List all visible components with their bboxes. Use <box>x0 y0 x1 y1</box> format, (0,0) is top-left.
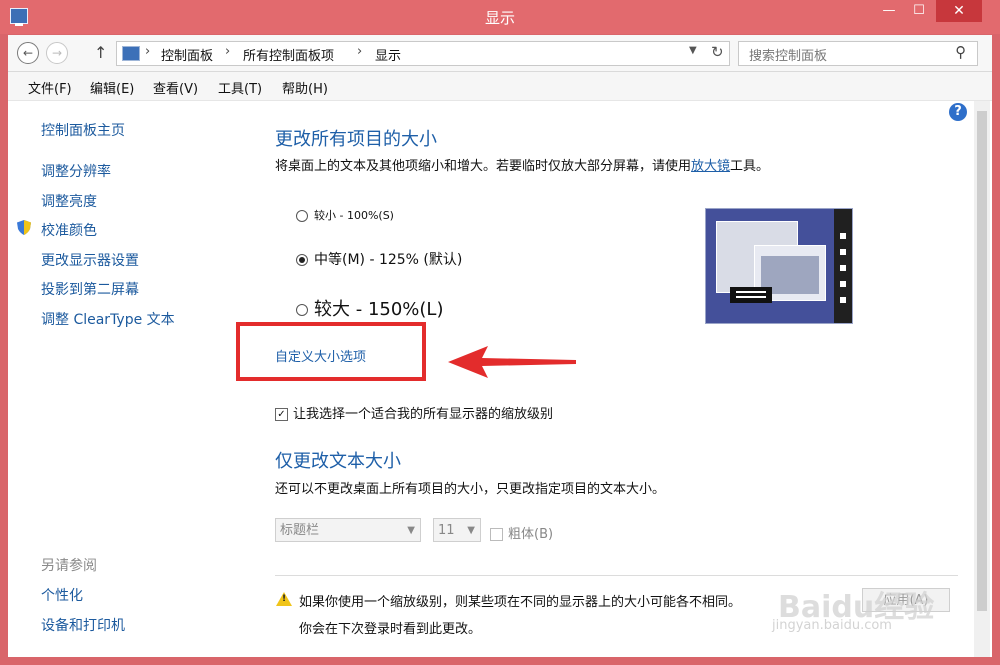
chevron-down-icon[interactable]: ▼ <box>689 45 697 56</box>
menu-file[interactable]: 文件(F) <box>28 78 72 97</box>
bold-checkbox[interactable]: 粗体(B) <box>490 523 553 542</box>
breadcrumb-control-panel[interactable]: 控制面板 <box>161 45 213 64</box>
search-placeholder: 搜索控制面板 <box>749 49 828 64</box>
checkbox-unchecked-icon[interactable] <box>490 528 503 541</box>
window: 显示 — ☐ ✕ ← → ↑ › 控制面板 › 所有控制面板项 › 显示 ▼ ↻… <box>0 0 1000 665</box>
radio-label: 较小 - 100%(S) <box>314 209 394 222</box>
warning-text: 如果你使用一个缩放级别，则某些项在不同的显示器上的大小可能各不相同。 <box>299 595 742 610</box>
select-value: 11 <box>438 523 455 538</box>
magnifier-link[interactable]: 放大镜 <box>691 159 730 174</box>
bold-label: 粗体(B) <box>508 527 554 542</box>
section-title-text-size: 仅更改文本大小 <box>275 451 401 472</box>
menu-help[interactable]: 帮助(H) <box>282 78 328 97</box>
sidebar-item-calibrate-color[interactable]: 校准颜色 <box>41 220 97 240</box>
scrollbar-thumb[interactable] <box>977 111 987 611</box>
chevron-down-icon: ▼ <box>467 525 475 536</box>
minimize-button[interactable]: — <box>876 0 902 22</box>
sidebar-item-cleartype[interactable]: 调整 ClearType 文本 <box>41 309 175 329</box>
scale-preview-image <box>705 208 853 324</box>
radio-label: 中等(M) - 125% (默认) <box>314 252 463 268</box>
radio-button[interactable] <box>296 304 308 316</box>
warning-icon <box>276 592 292 606</box>
checkbox-label: 让我选择一个适合我的所有显示器的缩放级别 <box>293 407 554 422</box>
control-panel-icon <box>122 46 140 61</box>
close-button[interactable]: ✕ <box>936 0 982 22</box>
breadcrumb-all-items[interactable]: 所有控制面板项 <box>243 45 334 64</box>
page-title: 更改所有项目的大小 <box>275 129 437 150</box>
menu-view[interactable]: 查看(V) <box>153 78 198 97</box>
radio-button[interactable] <box>296 254 308 266</box>
annotation-highlight-box <box>236 322 426 381</box>
search-input[interactable]: 搜索控制面板 ⚲ <box>738 41 978 66</box>
preview-taskbar <box>834 209 852 323</box>
refresh-icon[interactable]: ↻ <box>711 43 724 61</box>
scaling-checkbox[interactable]: ✓ 让我选择一个适合我的所有显示器的缩放级别 <box>275 403 553 422</box>
preview-bar <box>730 287 772 303</box>
menu-bar: 文件(F) 编辑(E) 查看(V) 工具(T) 帮助(H) <box>8 72 992 101</box>
divider <box>275 575 958 576</box>
scrollbar[interactable] <box>974 101 990 657</box>
radio-option-small[interactable]: 较小 - 100%(S) <box>296 207 394 223</box>
breadcrumb-separator-icon[interactable]: › <box>357 44 362 59</box>
checkbox-checked-icon[interactable]: ✓ <box>275 408 288 421</box>
sidebar-item-personalization[interactable]: 个性化 <box>41 585 83 605</box>
back-arrow-icon[interactable]: ← <box>17 42 39 64</box>
scale-description: 将桌面上的文本及其他项缩小和增大。若要临时仅放大部分屏幕，请使用放大镜工具。 <box>275 155 769 174</box>
shield-icon <box>17 220 31 235</box>
text-item-select[interactable]: 标题栏 ▼ <box>275 518 421 542</box>
maximize-button[interactable]: ☐ <box>902 0 936 22</box>
address-box[interactable]: › 控制面板 › 所有控制面板项 › 显示 ▼ ↻ <box>116 41 730 66</box>
breadcrumb-separator-icon[interactable]: › <box>145 44 150 59</box>
relogin-notice: 你会在下次登录时看到此更改。 <box>299 622 482 637</box>
chevron-down-icon: ▼ <box>407 525 415 536</box>
title-bar[interactable]: 显示 — ☐ ✕ <box>0 0 1000 34</box>
radio-option-medium[interactable]: 中等(M) - 125% (默认) <box>296 249 462 269</box>
radio-label: 较大 - 150%(L) <box>314 299 444 320</box>
breadcrumb-separator-icon[interactable]: › <box>225 44 230 59</box>
sidebar-item-project[interactable]: 投影到第二屏幕 <box>41 279 139 299</box>
sidebar-home-link[interactable]: 控制面板主页 <box>41 120 125 140</box>
window-content: ← → ↑ › 控制面板 › 所有控制面板项 › 显示 ▼ ↻ 搜索控制面板 ⚲… <box>8 35 992 657</box>
address-bar: ← → ↑ › 控制面板 › 所有控制面板项 › 显示 ▼ ↻ 搜索控制面板 ⚲ <box>8 35 992 72</box>
see-also-heading: 另请参阅 <box>41 558 97 574</box>
help-icon[interactable]: ? <box>949 103 967 121</box>
annotation-arrow-icon <box>448 346 576 378</box>
scale-description-text: 将桌面上的文本及其他项缩小和增大。若要临时仅放大部分屏幕，请使用 <box>275 159 692 174</box>
sidebar-item-display-settings[interactable]: 更改显示器设置 <box>41 250 139 270</box>
breadcrumb-display[interactable]: 显示 <box>375 45 401 64</box>
forward-arrow-icon[interactable]: → <box>46 42 68 64</box>
sidebar-item-brightness[interactable]: 调整亮度 <box>41 191 97 211</box>
sidebar-item-devices-printers[interactable]: 设备和打印机 <box>41 615 125 635</box>
radio-option-large[interactable]: 较大 - 150%(L) <box>296 295 443 321</box>
text-size-description: 还可以不更改桌面上所有项目的大小，只更改指定项目的文本大小。 <box>275 482 666 497</box>
font-size-select[interactable]: 11 ▼ <box>433 518 481 542</box>
radio-button[interactable] <box>296 210 308 222</box>
window-title: 显示 <box>484 9 515 27</box>
search-icon[interactable]: ⚲ <box>955 43 966 61</box>
up-arrow-icon[interactable]: ↑ <box>94 43 107 62</box>
menu-edit[interactable]: 编辑(E) <box>90 78 134 97</box>
watermark-url: jingyan.baidu.com <box>772 618 892 633</box>
sidebar-item-resolution[interactable]: 调整分辨率 <box>41 161 111 181</box>
select-value: 标题栏 <box>280 523 320 538</box>
menu-tools[interactable]: 工具(T) <box>218 78 262 97</box>
scale-description-end: 工具。 <box>730 159 770 174</box>
